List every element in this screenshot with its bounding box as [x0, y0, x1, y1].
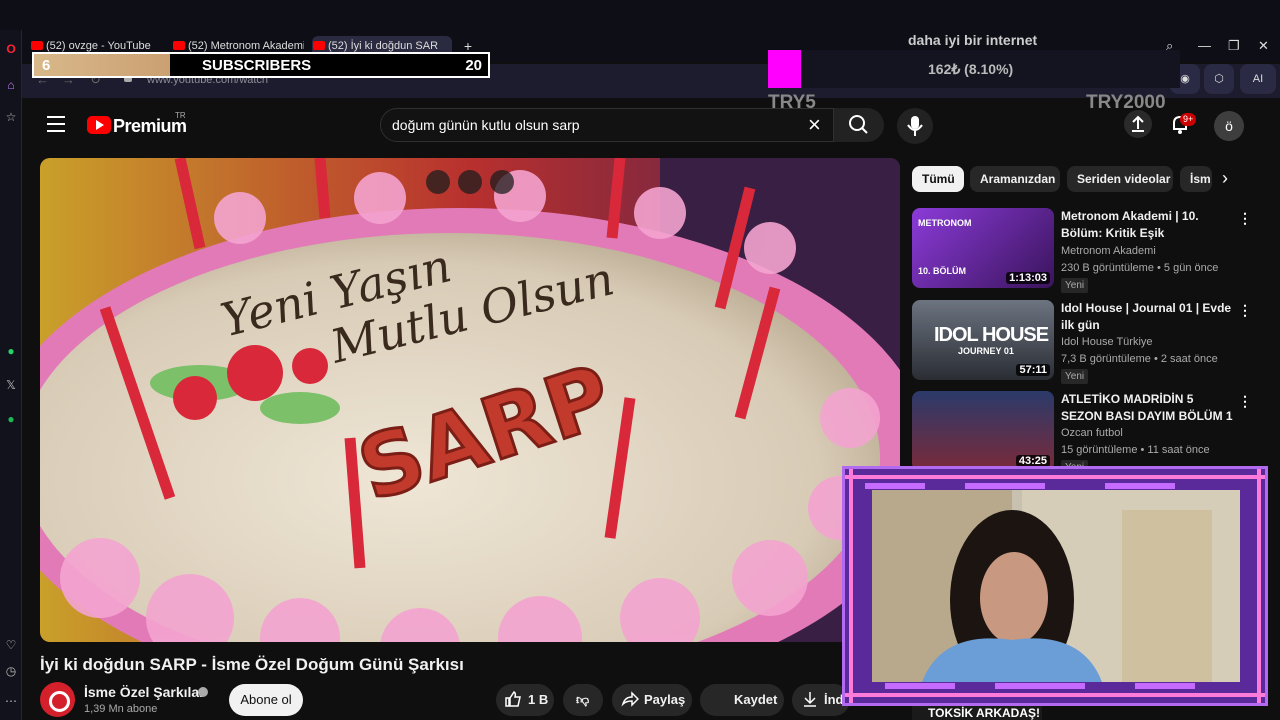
webcam-feed	[872, 490, 1240, 682]
rec-duration: 57:11	[1016, 364, 1050, 376]
like-icon	[505, 691, 521, 707]
rec-stats: 7,3 B görüntüleme • 2 saat önce	[1061, 353, 1218, 365]
subscriber-goal-bar: 6 SUBSCRIBERS 20	[32, 52, 490, 78]
save-button[interactable]: Kaydet	[700, 684, 784, 716]
search-input[interactable]	[392, 117, 792, 133]
search-icon	[849, 115, 868, 134]
more-options-icon[interactable]: ⋮	[1238, 210, 1252, 227]
account-avatar[interactable]: ö	[1214, 111, 1244, 141]
ask-ai-button[interactable]	[458, 170, 482, 194]
donation-goal-amount: 162₺ (8.10%)	[928, 61, 1014, 77]
menu-icon[interactable]	[47, 116, 65, 132]
verified-icon	[198, 687, 208, 697]
rec-channel[interactable]: Metronom Akademi	[1061, 245, 1156, 257]
upload-icon	[1132, 115, 1144, 132]
maximize-icon[interactable]: ❐	[1228, 38, 1240, 54]
rec-title[interactable]: ATLETİKO MADRİDİN 5 SEZON BASI DAYIM BÖL…	[1061, 391, 1237, 425]
more-icon[interactable]: ⋯	[0, 690, 22, 712]
youtube-logo-icon[interactable]	[87, 116, 111, 134]
rec-thumbnail[interactable]: METRONOM 10. BÖLÜM 1:13:03	[912, 208, 1054, 288]
pin-icon[interactable]: ☆	[0, 106, 22, 128]
rec-channel[interactable]: Idol House Türkiye	[1061, 336, 1153, 348]
like-count: 1 B	[528, 692, 549, 707]
streamer-video	[872, 490, 1240, 682]
rec-thumbnail[interactable]: 43:25	[912, 391, 1054, 471]
rec-title[interactable]: Idol House | Journal 01 | Evde ilk gün	[1061, 300, 1237, 334]
share-icon	[621, 691, 639, 707]
donation-goal-max: TRY2000	[1086, 92, 1166, 113]
youtube-favicon-icon	[31, 41, 43, 50]
more-options-icon[interactable]: ⋮	[1238, 302, 1252, 319]
minimize-icon[interactable]: —	[1198, 38, 1211, 53]
rec-stats: 15 görüntüleme • 11 saat önce	[1061, 444, 1210, 456]
search-button[interactable]	[834, 108, 884, 142]
subscriber-goal-target: 20	[465, 57, 482, 74]
subscriber-goal-current: 6	[42, 57, 51, 74]
rec-title[interactable]: Metronom Akademi | 10. Bölüm: Kritik Eşi…	[1061, 208, 1237, 242]
opera-logo-icon: O	[6, 42, 16, 56]
whatsapp-icon[interactable]: ●	[0, 340, 22, 362]
browser-sidebar: O ⌂ ☆ ● 𝕏 ● ♡ ◷ ⋯	[0, 30, 22, 720]
thumb-text: 10. BÖLÜM	[918, 266, 967, 276]
history-icon[interactable]: ◷	[0, 660, 22, 682]
subscriber-goal-fill	[34, 54, 171, 76]
dislike-button[interactable]: 👎︎	[563, 684, 603, 716]
donation-goal-title: daha iyi bir internet	[908, 32, 1038, 48]
clear-search-icon[interactable]: ×	[808, 112, 821, 138]
close-icon[interactable]: ✕	[1258, 38, 1269, 54]
save-label: Kaydet	[734, 692, 778, 707]
more-options-icon[interactable]: ⋮	[1238, 393, 1252, 410]
thumb-text: IDOL HOUSE	[934, 324, 1049, 346]
home-icon[interactable]: ⌂	[0, 74, 22, 96]
thumb-logo: METRONOM	[918, 218, 972, 228]
partial-thumb-text: TOKSİK ARKADAŞ!	[928, 706, 1041, 720]
extensions-icon[interactable]: ⬡	[1204, 64, 1234, 94]
chip-name[interactable]: İsm	[1180, 166, 1212, 192]
chevron-right-icon[interactable]: ›	[1222, 168, 1228, 189]
spotify-icon[interactable]: ●	[0, 408, 22, 430]
heart-icon[interactable]: ♡	[0, 634, 22, 656]
rec-new-badge: Yeni	[1061, 369, 1089, 384]
chip-series[interactable]: Seriden videolar	[1067, 166, 1173, 192]
rec-new-badge: Yeni	[1061, 278, 1089, 293]
donation-goal-min: TRY5	[768, 92, 816, 113]
x-icon[interactable]: 𝕏	[0, 374, 22, 396]
notification-count-badge: 9+	[1180, 113, 1197, 126]
ai-label: AI	[1252, 73, 1264, 85]
video-title: İyi ki doğdun SARP - İsme Özel Doğum Gün…	[40, 655, 464, 674]
chip-all[interactable]: Tümü	[912, 166, 964, 192]
channel-avatar[interactable]	[40, 682, 75, 717]
thumb-subtext: JOURNEY 01	[958, 346, 1014, 356]
share-label: Paylaş	[644, 692, 686, 707]
country-code: TR	[175, 111, 186, 120]
rec-channel[interactable]: Ozcan futbol	[1061, 427, 1123, 439]
subscribe-button[interactable]: Abone ol	[229, 684, 303, 716]
chip-from-search[interactable]: Aramanızdan	[970, 166, 1060, 192]
donation-goal-fill	[768, 50, 802, 88]
next-video-button[interactable]	[490, 170, 514, 194]
miniplayer-button[interactable]	[426, 170, 450, 194]
voice-search-button[interactable]	[897, 108, 933, 144]
youtube-favicon-icon	[173, 41, 185, 50]
rec-thumbnail[interactable]: IDOL HOUSE JOURNEY 01 57:11	[912, 300, 1054, 380]
rec-stats: 230 B görüntüleme • 5 gün önce	[1061, 262, 1219, 274]
channel-subscribers: 1,39 Mn abone	[84, 703, 158, 715]
youtube-favicon-icon	[313, 41, 325, 50]
dislike-icon: 👎︎	[576, 692, 590, 707]
upload-button[interactable]	[1124, 110, 1152, 138]
video-frame: Yeni Yaşın Mutlu Olsun SARP	[40, 158, 900, 642]
screen: ← → ↻ www.youtube.com/watch O ⌂ ☆ ● 𝕏 ● …	[0, 0, 1280, 720]
channel-name[interactable]: İsme Özel Şarkılar	[84, 684, 205, 700]
download-icon	[804, 692, 816, 707]
rec-duration: 1:13:03	[1006, 272, 1050, 284]
video-player[interactable]: Yeni Yaşın Mutlu Olsun SARP	[40, 158, 900, 642]
mic-icon	[907, 116, 923, 136]
subscriber-goal-label: SUBSCRIBERS	[202, 57, 312, 74]
ai-button[interactable]: AI	[1240, 64, 1276, 94]
